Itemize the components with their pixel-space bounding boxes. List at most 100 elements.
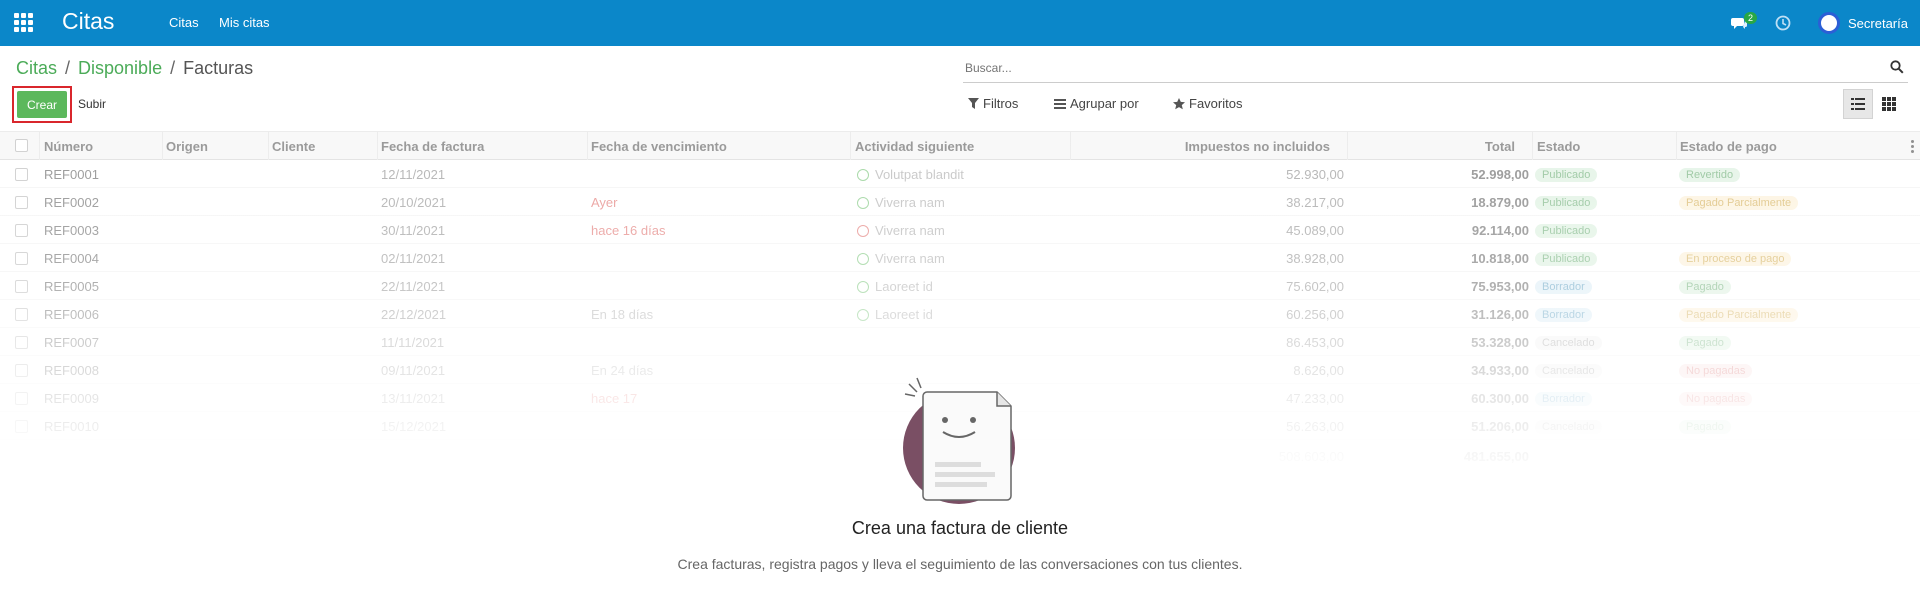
row-checkbox[interactable] (15, 224, 28, 237)
invoice-date: 13/11/2021 (381, 391, 446, 406)
header-total[interactable]: Total (1351, 139, 1515, 154)
create-button[interactable]: Crear (17, 91, 67, 118)
avatar (1818, 12, 1840, 34)
row-checkbox[interactable] (15, 252, 28, 265)
next-activity[interactable]: Viverra nam (857, 223, 945, 238)
payment-state-label: Revertido (1679, 168, 1741, 182)
activity-label: Viverra nam (875, 195, 945, 210)
invoice-number: REF0008 (44, 363, 99, 378)
row-checkbox[interactable] (15, 392, 28, 405)
untaxed-amount: 56.263,00 (1286, 419, 1344, 434)
invoice-number: REF0010 (44, 419, 99, 434)
invoice-date: 30/11/2021 (381, 223, 446, 238)
payment-state-badge: En proceso de pago (1679, 250, 1792, 266)
table-row[interactable]: REF0002 20/10/2021 Ayer Viverra nam 38.217,0… (0, 188, 1920, 216)
next-activity[interactable]: Viverra nam (857, 251, 945, 266)
untaxed-amount: 47.233,00 (1286, 391, 1344, 406)
next-activity[interactable]: Viverra nam (857, 195, 945, 210)
total-amount: 34.933,00 (1471, 363, 1529, 378)
filters-button[interactable]: Filtros (968, 96, 1018, 111)
state-badge: Publicado (1535, 194, 1598, 210)
activity-clock-icon (857, 309, 869, 321)
list-icon (1851, 98, 1865, 110)
row-checkbox[interactable] (15, 420, 28, 433)
invoice-number: REF0006 (44, 307, 99, 322)
row-checkbox[interactable] (15, 280, 28, 293)
state-label: Cancelado (1535, 420, 1602, 434)
untaxed-amount: 38.217,00 (1286, 195, 1344, 210)
table-row[interactable]: REF0003 30/11/2021 hace 16 días Viverra nam… (0, 216, 1920, 244)
search-input[interactable] (965, 61, 1845, 75)
state-badge: Cancelado (1535, 334, 1602, 350)
payment-state-badge: Pagado Parcialmente (1679, 306, 1799, 322)
payment-state-label: Pagado (1679, 336, 1731, 350)
state-badge: Borrador (1535, 306, 1592, 322)
search-icon[interactable] (1890, 60, 1904, 74)
breadcrumb-disponible[interactable]: Disponible (78, 58, 162, 79)
row-checkbox[interactable] (15, 168, 28, 181)
list-view-button[interactable] (1843, 89, 1873, 119)
column-options-icon[interactable] (1911, 140, 1914, 153)
header-origin[interactable]: Origen (166, 139, 208, 154)
header-invoice-date[interactable]: Fecha de factura (381, 139, 484, 154)
favorites-label: Favoritos (1189, 96, 1243, 111)
row-checkbox[interactable] (15, 308, 28, 321)
table-row[interactable]: REF0001 12/11/2021 Volutpat blandit 52.930,… (0, 160, 1920, 188)
total-amount: 10.818,00 (1471, 251, 1529, 266)
menu-item-citas[interactable]: Citas (169, 15, 199, 30)
breadcrumb: Citas / Disponible / Facturas (16, 58, 253, 79)
state-badge: Borrador (1535, 278, 1592, 294)
table-row[interactable]: REF0004 02/11/2021 Viverra nam 38.928,00 10.… (0, 244, 1920, 272)
total-amount: 53.328,00 (1471, 335, 1529, 350)
header-payment-state[interactable]: Estado de pago (1680, 139, 1777, 154)
payment-state-label: En proceso de pago (1679, 252, 1792, 266)
activity-clock-icon (857, 281, 869, 293)
invoice-date: 22/11/2021 (381, 279, 446, 294)
next-activity[interactable]: Laoreet id (857, 279, 933, 294)
header-untaxed[interactable]: Impuestos no incluidos (1074, 139, 1330, 154)
payment-state-label: No pagadas (1679, 364, 1753, 378)
group-by-button[interactable]: Agrupar por (1054, 96, 1139, 111)
select-all-checkbox[interactable] (15, 139, 28, 152)
total-amount: 18.879,00 (1471, 195, 1529, 210)
footer-untaxed-sum: 508.603,00 (1278, 449, 1344, 464)
menu-item-mis-citas[interactable]: Mis citas (219, 15, 270, 30)
activity-label: Viverra nam (875, 251, 945, 266)
breadcrumb-citas[interactable]: Citas (16, 58, 57, 79)
next-activity[interactable]: Laoreet id (857, 307, 933, 322)
row-checkbox[interactable] (15, 336, 28, 349)
state-label: Publicado (1535, 168, 1598, 182)
next-activity[interactable]: Volutpat blandit (857, 167, 964, 182)
kanban-view-button[interactable] (1874, 89, 1904, 119)
due-date: hace 17 (591, 391, 638, 406)
apps-grid-icon[interactable] (14, 13, 34, 33)
invoice-number: REF0001 (44, 167, 99, 182)
row-checkbox[interactable] (15, 364, 28, 377)
filters-label: Filtros (983, 96, 1019, 111)
header-next-activity[interactable]: Actividad siguiente (855, 139, 974, 154)
app-title[interactable]: Citas (62, 8, 114, 35)
invoice-number: REF0007 (44, 335, 99, 350)
table-row[interactable]: REF0007 11/11/2021 86.453,00 53.328,00 Cance… (0, 328, 1920, 356)
user-menu[interactable]: Secretaría (1818, 11, 1908, 35)
invoice-date: 11/11/2021 (381, 335, 445, 350)
table-row[interactable]: REF0006 22/12/2021 En 18 días Laoreet id 60.… (0, 300, 1920, 328)
header-state[interactable]: Estado (1537, 139, 1580, 154)
table-row[interactable]: REF0005 22/11/2021 Laoreet id 75.602,00 75.9… (0, 272, 1920, 300)
activity-menu[interactable] (1775, 11, 1791, 35)
header-number[interactable]: Número (44, 139, 93, 154)
invoice-number: REF0009 (44, 391, 99, 406)
activity-label: Viverra nam (875, 223, 945, 238)
untaxed-amount: 86.453,00 (1286, 335, 1344, 350)
upload-button[interactable]: Subir (78, 97, 106, 111)
state-label: Borrador (1535, 392, 1592, 406)
help-title: Crea una factura de cliente (851, 518, 1069, 538)
header-client[interactable]: Cliente (272, 139, 315, 154)
messaging-menu[interactable]: 2 (1731, 11, 1758, 35)
header-due-date[interactable]: Fecha de vencimiento (591, 139, 727, 154)
row-checkbox[interactable] (15, 196, 28, 209)
state-label: Borrador (1535, 308, 1592, 322)
state-label: Borrador (1535, 280, 1592, 294)
state-badge: Borrador (1535, 390, 1592, 406)
favorites-button[interactable]: Favoritos (1173, 96, 1242, 111)
